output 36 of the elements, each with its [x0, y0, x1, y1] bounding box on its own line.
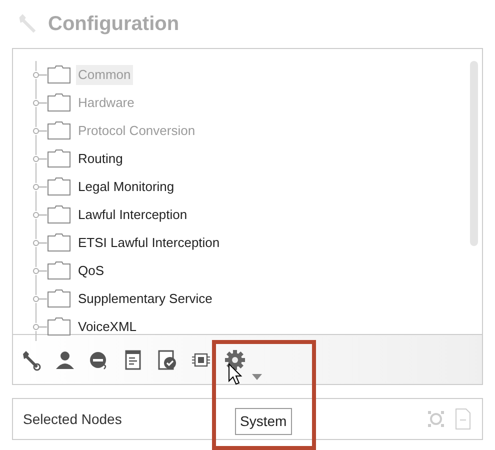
tree-item[interactable]: QoS [76, 261, 106, 281]
folder-icon [47, 65, 71, 85]
tree-connector-icon [33, 117, 47, 145]
folder-icon [47, 205, 71, 225]
folder-icon [47, 261, 71, 281]
cursor-icon [228, 363, 244, 387]
tooltip: System [235, 408, 292, 435]
tree-connector-icon [33, 61, 47, 89]
tree-connector-icon [33, 285, 47, 313]
tree-connector-icon [33, 229, 47, 257]
document-check-icon [156, 348, 178, 370]
scrollbar[interactable] [470, 61, 478, 246]
folder-icon [47, 149, 71, 169]
tree-connector-icon [33, 201, 47, 229]
tree-connector-icon [33, 145, 47, 173]
panel-title: Configuration [48, 12, 180, 37]
person-icon [54, 348, 76, 370]
tree-item[interactable]: Supplementary Service [76, 289, 214, 309]
panel-title: Selected Nodes [23, 410, 122, 428]
folder-icon [47, 289, 71, 309]
tree-item[interactable]: ETSI Lawful Interception [76, 233, 222, 253]
tree-connector-icon [33, 257, 47, 285]
tree-connector-icon [33, 173, 47, 201]
tree-connector-icon [33, 89, 47, 117]
folder-icon [47, 177, 71, 197]
gear-icon [224, 348, 246, 370]
tree-item[interactable]: Routing [76, 149, 125, 169]
folder-icon [47, 121, 71, 141]
tree-item[interactable]: Lawful Interception [76, 205, 190, 225]
dropdown-caret-icon [252, 374, 262, 380]
folder-icon [47, 93, 71, 113]
tree-item[interactable]: VoiceXML [76, 317, 139, 337]
tree-connector-icon [33, 313, 47, 341]
folder-icon [47, 233, 71, 253]
tree-item[interactable]: Legal Monitoring [76, 177, 176, 197]
wrench-icon [20, 348, 42, 370]
